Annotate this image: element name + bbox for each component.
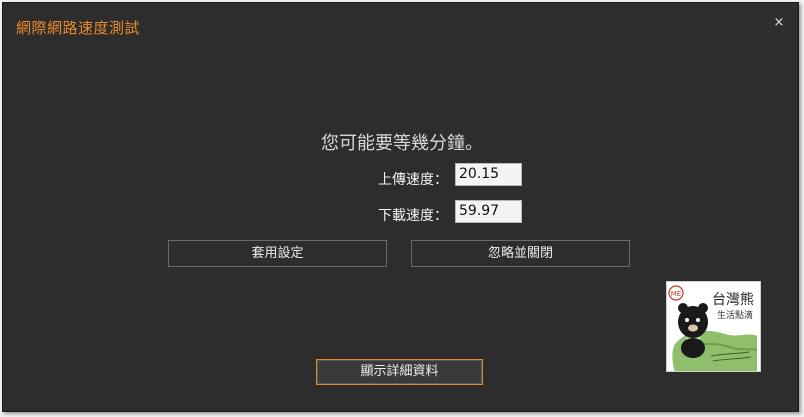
badge-text: ME (671, 290, 681, 298)
download-speed-field[interactable]: 59.97 (455, 200, 522, 223)
apply-settings-button[interactable]: 套用設定 (168, 240, 387, 267)
download-speed-label: 下載速度： (378, 208, 448, 224)
ignore-and-close-button[interactable]: 忽略並關閉 (411, 240, 630, 267)
brand-text: 台灣熊 (712, 292, 754, 308)
brand-sub-text: 生活點滴 (717, 309, 753, 321)
bear-logo-icon: ME 台灣熊 生活點滴 (668, 285, 758, 371)
dialog-title: 網際網路速度測試 (16, 19, 141, 37)
upload-speed-label: 上傳速度： (378, 172, 448, 188)
close-icon[interactable]: × (771, 15, 787, 31)
upload-speed-field[interactable]: 20.15 (455, 163, 522, 186)
wait-message: 您可能要等幾分鐘。 (321, 133, 483, 154)
show-details-button[interactable]: 顯示詳細資料 (316, 359, 483, 385)
watermark-sticker: ME 台灣熊 生活點滴 (666, 281, 761, 372)
